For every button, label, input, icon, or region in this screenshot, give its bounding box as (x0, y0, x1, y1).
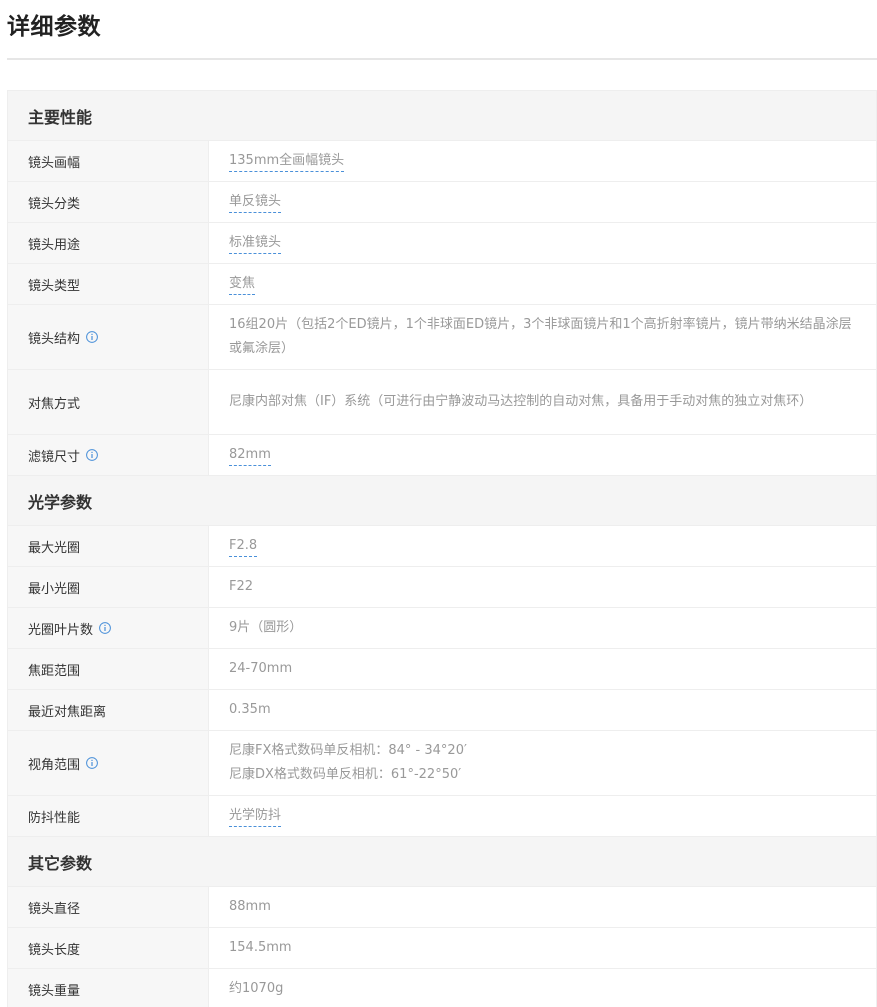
spec-row: 镜头类型 变焦 (8, 264, 876, 305)
spec-label: 镜头结构 (28, 331, 81, 347)
spec-label: 镜头用途 (28, 237, 81, 253)
spec-row: 对焦方式 尼康内部对焦（IF）系统（可进行由宁静波动马达控制的自动对焦，具备用于手… (8, 370, 876, 435)
spec-value-cell: 单反镜头 (209, 182, 876, 222)
spec-value: 88mm (229, 899, 271, 914)
spec-row: 最近对焦距离 0.35m (8, 690, 876, 731)
spec-label: 光圈叶片数 (28, 622, 94, 638)
spec-label: 滤镜尺寸 (28, 449, 81, 465)
spec-label: 镜头重量 (28, 983, 81, 999)
spec-label: 最近对焦距离 (28, 704, 107, 720)
spec-label: 镜头画幅 (28, 155, 81, 171)
group-header: 其它参数 (8, 837, 876, 887)
spec-row: 镜头长度 154.5mm (8, 928, 876, 969)
spec-label: 视角范围 (28, 757, 81, 773)
spec-value-cell: 82mm (209, 435, 876, 475)
spec-label-cell: 镜头重量 (8, 969, 209, 1007)
spec-label-cell: 光圈叶片数 (8, 608, 209, 648)
spec-value: 9片（圆形） (229, 620, 303, 635)
spec-label-cell: 镜头画幅 (8, 141, 209, 181)
spec-label: 镜头类型 (28, 278, 81, 294)
spec-label-cell: 最大光圈 (8, 526, 209, 566)
info-icon[interactable] (86, 757, 98, 769)
spec-label-cell: 镜头用途 (8, 223, 209, 263)
spec-row: 镜头画幅 135mm全画幅镜头 (8, 141, 876, 182)
spec-row: 镜头用途 标准镜头 (8, 223, 876, 264)
spec-value-cell: 9片（圆形） (209, 608, 876, 648)
spec-label-cell: 视角范围 (8, 731, 209, 795)
spec-row: 焦距范围 24-70mm (8, 649, 876, 690)
spec-value: 尼康DX格式数码单反相机：61°-22°50′ (229, 767, 462, 782)
spec-label-cell: 镜头结构 (8, 305, 209, 369)
page-title: 详细参数 (7, 14, 101, 40)
spec-label: 最小光圈 (28, 581, 81, 597)
spec-value-link[interactable]: 135mm全画幅镜头 (229, 151, 345, 172)
spec-value: 16组20片（包括2个ED镜片，1个非球面ED镜片，3个非球面镜片和1个高折射率… (229, 317, 852, 356)
spec-value-link[interactable]: 光学防抖 (229, 806, 282, 827)
spec-value-cell: F2.8 (209, 526, 876, 566)
spec-label-cell: 镜头分类 (8, 182, 209, 222)
title-divider (7, 58, 877, 60)
info-icon[interactable] (86, 449, 98, 461)
spec-value-cell: 变焦 (209, 264, 876, 304)
spec-label-cell: 滤镜尺寸 (8, 435, 209, 475)
spec-row: 视角范围 尼康FX格式数码单反相机：84° - 34°20′ 尼康DX格式数码单反相… (8, 731, 876, 796)
spec-value: 154.5mm (229, 940, 292, 955)
spec-label: 镜头长度 (28, 942, 81, 958)
spec-value-link[interactable]: F2.8 (229, 536, 258, 557)
spec-label-cell: 焦距范围 (8, 649, 209, 689)
spec-value-cell: 16组20片（包括2个ED镜片，1个非球面ED镜片，3个非球面镜片和1个高折射率… (209, 305, 876, 369)
spec-row: 最小光圈 F22 (8, 567, 876, 608)
spec-value-cell: 88mm (209, 887, 876, 927)
info-icon[interactable] (86, 331, 98, 343)
spec-value-cell: 135mm全画幅镜头 (209, 141, 876, 181)
spec-label: 镜头直径 (28, 901, 81, 917)
spec-value: 尼康FX格式数码单反相机：84° - 34°20′ (229, 743, 467, 758)
spec-label: 最大光圈 (28, 540, 81, 556)
spec-label-cell: 对焦方式 (8, 370, 209, 434)
spec-label-cell: 最小光圈 (8, 567, 209, 607)
spec-row: 镜头重量 约1070g (8, 969, 876, 1007)
spec-label: 镜头分类 (28, 196, 81, 212)
spec-row: 镜头分类 单反镜头 (8, 182, 876, 223)
group-header: 主要性能 (8, 91, 876, 141)
spec-value-cell: 尼康内部对焦（IF）系统（可进行由宁静波动马达控制的自动对焦，具备用于手动对焦的… (209, 370, 876, 434)
spec-value-cell: 154.5mm (209, 928, 876, 968)
spec-value: F22 (229, 579, 254, 594)
spec-value-link[interactable]: 82mm (229, 445, 271, 466)
spec-row: 镜头直径 88mm (8, 887, 876, 928)
spec-label: 防抖性能 (28, 810, 81, 826)
spec-page: 详细参数 主要性能 镜头画幅 135mm全画幅镜头 镜头分类 单反镜头 镜头用途 标准镜头镜… (0, 0, 877, 1007)
spec-table: 主要性能镜头画幅 135mm全画幅镜头镜头分类 单反镜头镜头用途 标准镜头镜头类型 变焦… (7, 90, 877, 1007)
spec-label: 焦距范围 (28, 663, 81, 679)
spec-value-link[interactable]: 标准镜头 (229, 233, 282, 254)
spec-value-cell: 0.35m (209, 690, 876, 730)
spec-row: 滤镜尺寸 82mm (8, 435, 876, 476)
spec-row: 最大光圈 F2.8 (8, 526, 876, 567)
spec-value-cell: 24-70mm (209, 649, 876, 689)
spec-value-cell: 约1070g (209, 969, 876, 1007)
spec-value: 约1070g (229, 981, 284, 996)
spec-label-cell: 镜头长度 (8, 928, 209, 968)
spec-value: 尼康内部对焦（IF）系统（可进行由宁静波动马达控制的自动对焦，具备用于手动对焦的… (229, 394, 813, 409)
spec-value-link[interactable]: 变焦 (229, 274, 256, 295)
info-icon[interactable] (99, 622, 111, 634)
spec-value: 24-70mm (229, 661, 293, 676)
spec-row: 镜头结构 16组20片（包括2个ED镜片，1个非球面ED镜片，3个非球面镜片和1个… (8, 305, 876, 370)
spec-value: 0.35m (229, 702, 271, 717)
spec-value-link[interactable]: 单反镜头 (229, 192, 282, 213)
spec-row: 防抖性能 光学防抖 (8, 796, 876, 837)
spec-value-cell: F22 (209, 567, 876, 607)
spec-label-cell: 防抖性能 (8, 796, 209, 836)
spec-row: 光圈叶片数 9片（圆形） (8, 608, 876, 649)
spec-value-cell: 标准镜头 (209, 223, 876, 263)
spec-label: 对焦方式 (28, 396, 81, 412)
spec-label-cell: 镜头直径 (8, 887, 209, 927)
spec-value-cell: 尼康FX格式数码单反相机：84° - 34°20′ 尼康DX格式数码单反相机：61… (209, 731, 876, 795)
spec-label-cell: 镜头类型 (8, 264, 209, 304)
spec-value-cell: 光学防抖 (209, 796, 876, 836)
spec-label-cell: 最近对焦距离 (8, 690, 209, 730)
group-header: 光学参数 (8, 476, 876, 526)
